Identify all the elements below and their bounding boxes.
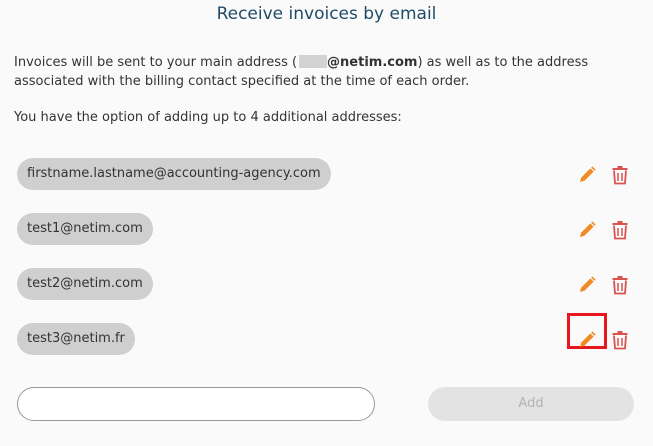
address-pill: test3@netim.fr [17,323,135,355]
address-pill: test1@netim.com [17,213,153,245]
page-title: Receive invoices by email [216,4,437,24]
address-row: test2@netim.com [0,268,653,300]
add-button[interactable]: Add [428,387,634,421]
pencil-icon[interactable] [576,164,598,186]
pencil-icon[interactable] [576,274,598,296]
address-row: test3@netim.fr [0,313,653,355]
redacted-address [299,55,328,68]
address-row: test1@netim.com [0,213,653,245]
address-pill: firstname.lastname@accounting-agency.com [17,158,331,190]
address-row: firstname.lastname@accounting-agency.com [0,158,653,190]
trash-icon[interactable] [609,329,631,351]
pencil-icon[interactable] [576,219,598,241]
trash-icon[interactable] [609,164,631,186]
intro-domain: @netim.com [327,55,418,70]
trash-icon[interactable] [609,274,631,296]
intro-before: Invoices will be sent to your main addre… [14,55,298,70]
trash-icon[interactable] [609,219,631,241]
intro-text: Invoices will be sent to your main addre… [14,53,634,91]
address-pill: test2@netim.com [17,268,153,300]
option-text: You have the option of adding up to 4 ad… [14,110,402,125]
pencil-icon[interactable] [576,329,598,351]
new-address-input[interactable] [17,387,375,421]
